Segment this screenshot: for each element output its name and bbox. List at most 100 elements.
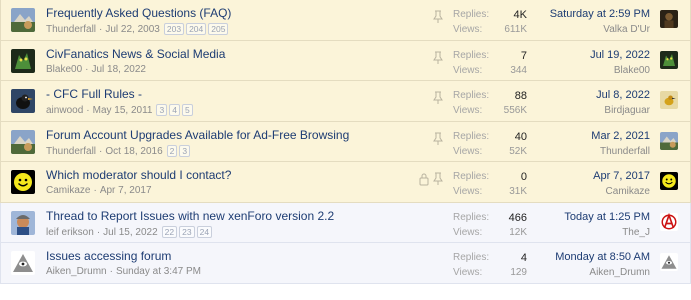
- views-label: Views:: [453, 145, 483, 157]
- page-link[interactable]: 204: [186, 23, 207, 35]
- civ-avatar-icon[interactable]: [11, 129, 35, 154]
- pyramid-eye-icon[interactable]: [660, 253, 678, 271]
- bird-avatar-icon[interactable]: [11, 89, 35, 113]
- views-count: 12K: [509, 226, 527, 238]
- civ-avatar-icon[interactable]: [660, 131, 678, 150]
- dark-portrait-icon[interactable]: [660, 10, 678, 28]
- lock-icon: [418, 172, 430, 186]
- page-link[interactable]: 5: [181, 104, 193, 116]
- replies-count: 4: [520, 252, 527, 264]
- last-poster[interactable]: Birdjaguar: [604, 105, 650, 116]
- green-creature-icon[interactable]: [11, 48, 35, 73]
- page-link[interactable]: 23: [179, 225, 195, 238]
- thread-row[interactable]: Thread to Report Issues with new xenForo…: [0, 202, 691, 243]
- viking-avatar-icon[interactable]: [11, 210, 35, 235]
- thread-title[interactable]: Which moderator should I contact?: [46, 168, 231, 182]
- pin-icon: [432, 10, 444, 24]
- last-poster[interactable]: Thunderfall: [600, 146, 650, 157]
- pin-icon: [432, 91, 444, 105]
- last-post-date[interactable]: Today at 1:25 PM: [564, 211, 650, 223]
- thread-title[interactable]: Thread to Report Issues with new xenForo…: [46, 209, 334, 223]
- thread-list: Frequently Asked Questions (FAQ) Thunder…: [0, 0, 691, 284]
- last-post-date[interactable]: Mar 2, 2021: [591, 130, 650, 142]
- thread-start-date[interactable]: Oct 18, 2016: [105, 146, 162, 157]
- page-links: 203 204 205: [163, 23, 231, 35]
- smiley-icon[interactable]: [660, 172, 678, 190]
- page-link[interactable]: 24: [196, 225, 213, 238]
- thread-meta: leif erikson · Jul 15, 2022 22 23 24: [46, 225, 214, 238]
- pyramid-eye-icon[interactable]: [11, 251, 35, 275]
- thread-start-date[interactable]: Sunday at 3:47 PM: [116, 266, 201, 277]
- page-link[interactable]: 3: [179, 144, 191, 157]
- views-count: 129: [510, 267, 527, 278]
- last-post-date[interactable]: Monday at 8:50 AM: [555, 251, 650, 263]
- views-label: Views:: [453, 105, 483, 116]
- thread-row[interactable]: CivFanatics News & Social Media Blake00 ·…: [0, 40, 691, 81]
- page-link[interactable]: 2: [166, 144, 178, 157]
- pin-icon: [432, 132, 444, 146]
- page-links: 22 23 24: [161, 225, 214, 238]
- views-label: Views:: [453, 226, 483, 238]
- anarchy-symbol-icon[interactable]: [660, 212, 678, 231]
- thread-title[interactable]: Issues accessing forum: [46, 249, 171, 263]
- last-post-date[interactable]: Saturday at 2:59 PM: [550, 8, 650, 20]
- civ-avatar-icon[interactable]: [11, 8, 35, 32]
- replies-label: Replies:: [453, 49, 490, 61]
- thread-start-date[interactable]: May 15, 2011: [93, 105, 153, 116]
- page-links: 23: [166, 144, 192, 157]
- thread-meta: Aiken_Drumn · Sunday at 3:47 PM: [46, 266, 201, 277]
- replies-label: Replies:: [453, 211, 490, 223]
- last-post-date[interactable]: Jul 19, 2022: [590, 49, 650, 61]
- thread-start-date[interactable]: Apr 7, 2017: [100, 185, 152, 196]
- thread-author[interactable]: Aiken_Drumn: [46, 266, 107, 277]
- thread-author[interactable]: Blake00: [46, 64, 82, 75]
- thread-start-date[interactable]: Jul 22, 2003: [105, 24, 160, 35]
- page-link[interactable]: 4: [169, 104, 180, 116]
- thread-row[interactable]: Which moderator should I contact? Camika…: [0, 162, 691, 203]
- thread-start-date[interactable]: Jul 15, 2022: [103, 227, 158, 238]
- thread-author[interactable]: Thunderfall: [46, 24, 96, 35]
- thread-author[interactable]: ainwood: [46, 105, 83, 116]
- thread-title[interactable]: - CFC Full Rules -: [46, 87, 142, 101]
- last-post-date[interactable]: Apr 7, 2017: [593, 170, 650, 182]
- last-poster[interactable]: Aiken_Drumn: [589, 267, 650, 278]
- last-post-date[interactable]: Jul 8, 2022: [596, 89, 650, 101]
- last-poster[interactable]: Blake00: [614, 65, 650, 76]
- replies-label: Replies:: [453, 90, 490, 101]
- views-label: Views:: [453, 267, 483, 278]
- thread-meta: Blake00 · Jul 18, 2022: [46, 63, 146, 75]
- thread-title[interactable]: Forum Account Upgrades Available for Ad-…: [46, 128, 349, 142]
- yellow-bird-icon[interactable]: [660, 91, 678, 109]
- last-poster[interactable]: Camikaze: [606, 186, 650, 197]
- smiley-icon[interactable]: [11, 170, 35, 194]
- replies-count: 88: [514, 90, 527, 102]
- page-links: 345: [156, 104, 194, 116]
- thread-title[interactable]: Frequently Asked Questions (FAQ): [46, 6, 231, 20]
- thread-title[interactable]: CivFanatics News & Social Media: [46, 47, 225, 61]
- replies-count: 466: [508, 211, 527, 224]
- thread-row[interactable]: Frequently Asked Questions (FAQ) Thunder…: [0, 0, 691, 41]
- thread-row[interactable]: - CFC Full Rules - ainwood · May 15, 2011 3…: [0, 81, 691, 122]
- thread-meta: Thunderfall · Oct 18, 2016 2 3: [46, 144, 192, 157]
- thread-meta: ainwood · May 15, 2011 3 4 5: [46, 104, 195, 116]
- thread-start-date[interactable]: Jul 18, 2022: [91, 64, 146, 75]
- green-creature-icon[interactable]: [660, 50, 678, 69]
- last-poster[interactable]: Valka D'Ur: [603, 24, 650, 35]
- views-count: 31K: [509, 186, 527, 197]
- page-link[interactable]: 205: [208, 23, 229, 35]
- thread-author[interactable]: Thunderfall: [46, 146, 96, 157]
- thread-row[interactable]: Issues accessing forum Aiken_Drumn · Sunda…: [0, 243, 691, 284]
- views-label: Views:: [453, 24, 483, 35]
- replies-label: Replies:: [453, 171, 490, 182]
- page-link[interactable]: 203: [163, 23, 185, 35]
- views-count: 52K: [509, 145, 527, 157]
- replies-label: Replies:: [453, 130, 490, 142]
- page-link[interactable]: 22: [161, 225, 178, 238]
- thread-author[interactable]: Camikaze: [46, 185, 90, 196]
- page-link[interactable]: 3: [156, 104, 168, 116]
- thread-meta: Thunderfall · Jul 22, 2003 203 204 205: [46, 23, 230, 35]
- views-count: 556K: [503, 105, 527, 116]
- last-poster[interactable]: The_J: [622, 227, 650, 238]
- thread-author[interactable]: leif erikson: [46, 227, 94, 238]
- thread-row[interactable]: Forum Account Upgrades Available for Ad-…: [0, 121, 691, 162]
